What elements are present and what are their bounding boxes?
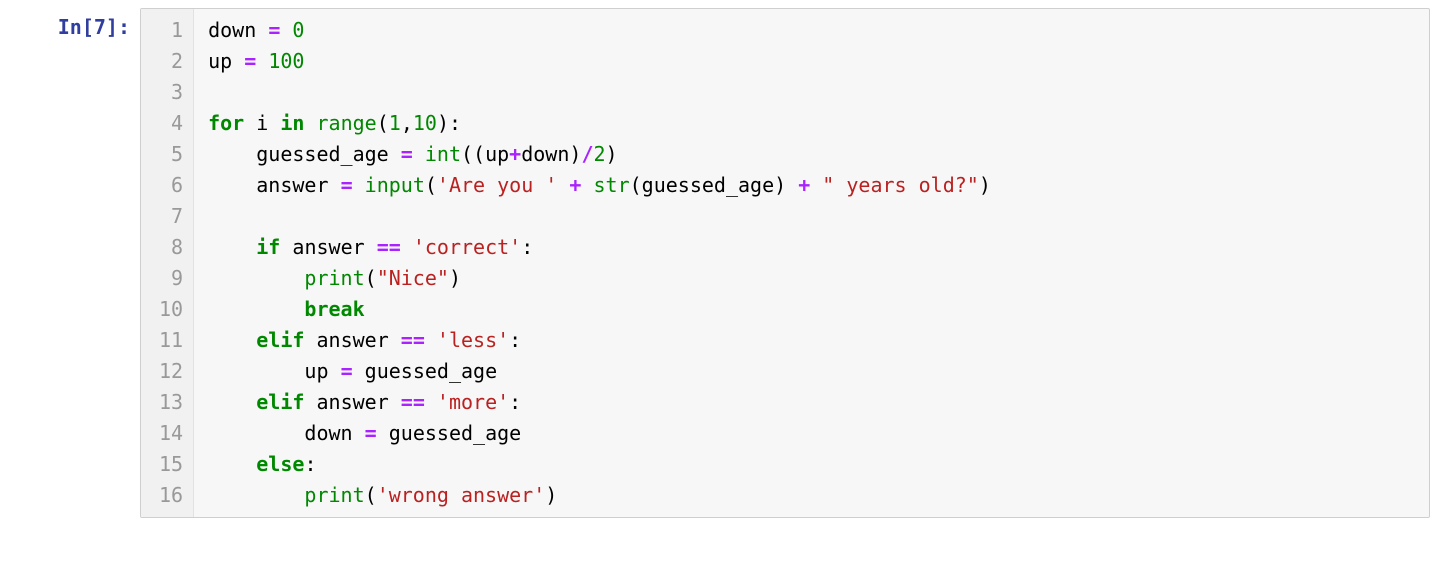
- line-number: 5: [159, 139, 183, 170]
- code-line: else:: [208, 449, 1415, 480]
- code-cell: In[7]: 12345678910111213141516 down = 0u…: [0, 0, 1440, 526]
- line-number: 8: [159, 232, 183, 263]
- line-number: 4: [159, 108, 183, 139]
- code-line: print("Nice"): [208, 263, 1415, 294]
- line-number: 12: [159, 356, 183, 387]
- code-line: for i in range(1,10):: [208, 108, 1415, 139]
- line-number: 7: [159, 201, 183, 232]
- line-number: 2: [159, 46, 183, 77]
- line-number: 15: [159, 449, 183, 480]
- code-line: guessed_age = int((up+down)/2): [208, 139, 1415, 170]
- line-number: 1: [159, 15, 183, 46]
- code-line: answer = input('Are you ' + str(guessed_…: [208, 170, 1415, 201]
- code-line: up = 100: [208, 46, 1415, 77]
- line-number: 16: [159, 480, 183, 511]
- code-line: if answer == 'correct':: [208, 232, 1415, 263]
- code-text[interactable]: down = 0up = 100 for i in range(1,10): g…: [194, 9, 1429, 517]
- code-line: [208, 201, 1415, 232]
- line-number: 14: [159, 418, 183, 449]
- cell-prompt: In[7]:: [10, 8, 140, 43]
- line-number: 13: [159, 387, 183, 418]
- code-line: down = guessed_age: [208, 418, 1415, 449]
- line-number: 3: [159, 77, 183, 108]
- line-number: 11: [159, 325, 183, 356]
- line-number: 9: [159, 263, 183, 294]
- code-line: down = 0: [208, 15, 1415, 46]
- code-line: up = guessed_age: [208, 356, 1415, 387]
- line-number: 6: [159, 170, 183, 201]
- line-number-gutter: 12345678910111213141516: [141, 9, 194, 517]
- code-input[interactable]: 12345678910111213141516 down = 0up = 100…: [140, 8, 1430, 518]
- prompt-close: ]:: [106, 15, 130, 39]
- code-line: print('wrong answer'): [208, 480, 1415, 511]
- prompt-open: [: [82, 15, 94, 39]
- line-number: 10: [159, 294, 183, 325]
- code-line: elif answer == 'less':: [208, 325, 1415, 356]
- code-line: break: [208, 294, 1415, 325]
- code-line: [208, 77, 1415, 108]
- prompt-number: 7: [94, 15, 106, 39]
- prompt-in: In: [58, 15, 82, 39]
- code-line: elif answer == 'more':: [208, 387, 1415, 418]
